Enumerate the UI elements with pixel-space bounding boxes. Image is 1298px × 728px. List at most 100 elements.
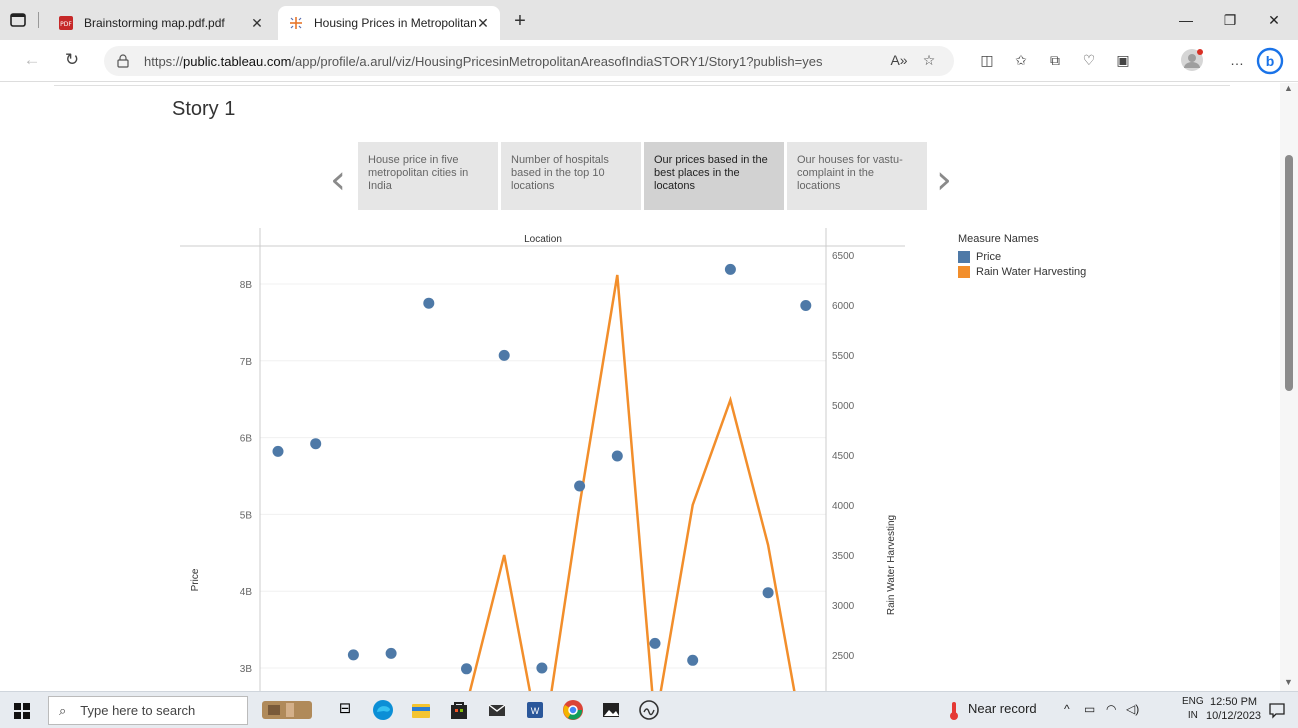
price-point[interactable]: [461, 663, 472, 675]
legend-swatch: [958, 250, 970, 263]
edge-icon[interactable]: [372, 699, 394, 721]
price-point[interactable]: [762, 587, 774, 599]
y2-tick-label: 2500: [832, 651, 855, 662]
browser-essentials-icon[interactable]: ♡: [1078, 52, 1100, 69]
url-prefix: https://: [144, 53, 184, 69]
legend-swatch: [958, 265, 970, 278]
legend-item-price[interactable]: Price: [958, 249, 1086, 264]
notifications-icon[interactable]: [1268, 701, 1286, 719]
legend-title: Measure Names: [958, 233, 1039, 245]
y-axis-label: Price: [190, 568, 201, 591]
taskbar-search[interactable]: ⌕ Type here to search: [48, 696, 248, 725]
scroll-down-icon[interactable]: ▼: [1284, 677, 1293, 687]
price-point[interactable]: [498, 349, 510, 361]
restore-icon[interactable]: ❐: [1208, 8, 1252, 32]
file-explorer-icon[interactable]: [410, 699, 432, 721]
word-icon[interactable]: W: [524, 699, 546, 721]
y2-tick-label: 4500: [832, 451, 855, 462]
close-icon[interactable]: ✕: [476, 15, 490, 32]
battery-icon[interactable]: ▭: [1084, 702, 1095, 716]
price-point[interactable]: [687, 654, 699, 666]
close-icon[interactable]: ✕: [250, 15, 264, 32]
system-clock[interactable]: 12:50 PM 10/12/2023: [1206, 695, 1261, 723]
collections-icon[interactable]: ⧉: [1044, 52, 1066, 69]
tab-actions-icon[interactable]: [8, 10, 28, 30]
price-series: [272, 263, 812, 675]
y2-tick-label: 5500: [832, 351, 855, 362]
avatar[interactable]: [1180, 48, 1204, 72]
favorites-icon[interactable]: ✩: [1010, 52, 1032, 69]
price-point[interactable]: [724, 263, 736, 275]
y-tick-label: 3B: [240, 664, 253, 675]
widgets-icon[interactable]: [262, 699, 312, 721]
y2-tick-label: 3000: [832, 601, 855, 612]
back-icon[interactable]: ←: [20, 50, 44, 72]
price-point[interactable]: [536, 662, 548, 674]
windows-start-icon[interactable]: [14, 703, 30, 719]
tab-pdf[interactable]: PDF Brainstorming map.pdf.pdf ✕: [48, 6, 274, 40]
price-point[interactable]: [574, 480, 586, 492]
price-point[interactable]: [310, 438, 322, 450]
search-icon: ⌕: [59, 702, 67, 718]
price-point[interactable]: [423, 297, 435, 309]
mail-icon[interactable]: [486, 699, 508, 721]
svg-text:b: b: [1266, 53, 1275, 69]
split-screen-icon[interactable]: ◫: [976, 52, 998, 69]
y-tick-label: 5B: [240, 510, 253, 521]
more-icon[interactable]: …: [1226, 52, 1248, 68]
rain-water-line[interactable]: [467, 274, 806, 691]
url-field[interactable]: https://public.tableau.com/app/profile/a…: [104, 46, 954, 76]
y2-tick-label: 5000: [832, 401, 855, 412]
language-indicator[interactable]: ENG IN: [1182, 695, 1204, 723]
read-aloud-icon[interactable]: A»: [888, 52, 910, 68]
chevron-up-icon[interactable]: ^: [1064, 702, 1070, 716]
refresh-icon[interactable]: ↻: [60, 50, 84, 72]
gridlines: [260, 283, 826, 669]
scroll-thumb[interactable]: [1285, 155, 1293, 391]
price-point[interactable]: [800, 300, 812, 311]
new-tab-icon[interactable]: +: [510, 10, 530, 33]
price-point[interactable]: [272, 445, 284, 457]
weather-label[interactable]: Near record: [968, 701, 1037, 716]
y2-axis-ticks: 2500 3000 3500 4000 4500 5000 5500 6000 6500: [832, 251, 855, 662]
scroll-up-icon[interactable]: ▲: [1284, 83, 1293, 93]
price-point[interactable]: [347, 649, 359, 661]
browser-tab-bar: PDF Brainstorming map.pdf.pdf ✕ Housing …: [0, 0, 1298, 40]
price-point[interactable]: [385, 647, 397, 659]
task-view-icon[interactable]: ⊟: [334, 699, 356, 721]
photos-icon[interactable]: [600, 699, 622, 721]
whiteboard-icon[interactable]: [638, 699, 660, 721]
url-path: /app/profile/a.arul/viz/HousingPricesinM…: [291, 53, 823, 69]
legend-item-rain-water-harvesting[interactable]: Rain Water Harvesting: [958, 264, 1086, 279]
tab-title: Brainstorming map.pdf.pdf: [84, 16, 225, 30]
tab-tableau[interactable]: Housing Prices in Metropolitan A ✕: [278, 6, 500, 40]
y-tick-label: 8B: [240, 280, 253, 291]
screenshot-icon[interactable]: ▣: [1112, 52, 1134, 69]
window-close-icon[interactable]: ✕: [1252, 8, 1296, 32]
y-tick-label: 4B: [240, 587, 253, 598]
clock-time: 12:50 PM: [1209, 696, 1258, 708]
store-icon[interactable]: [448, 699, 470, 721]
windows-taskbar: ⌕ Type here to search ⊟ W Near record ^ …: [0, 691, 1298, 728]
rain-water-series: [467, 274, 806, 691]
dual-axis-chart: Location Price Rain Water Harvesting 3B 4…: [180, 228, 905, 691]
column-header: Location: [524, 234, 562, 245]
price-point[interactable]: [611, 450, 623, 462]
svg-text:PDF: PDF: [60, 21, 72, 28]
bing-copilot-icon[interactable]: b: [1256, 47, 1284, 75]
wifi-icon[interactable]: ◠: [1106, 702, 1116, 716]
favorite-icon[interactable]: ☆: [918, 52, 940, 69]
legend: Measure Names Price Rain Water Harvestin…: [958, 233, 1086, 279]
page-scrollbar[interactable]: ▲ ▼: [1280, 83, 1298, 691]
weather-icon[interactable]: [946, 699, 962, 721]
legend-label: Rain Water Harvesting: [976, 265, 1087, 278]
chrome-icon[interactable]: [562, 699, 584, 721]
pdf-icon: PDF: [59, 16, 73, 30]
volume-icon[interactable]: ◁): [1126, 702, 1139, 716]
lang-bottom: IN: [1187, 710, 1198, 721]
legend-label: Price: [976, 250, 1002, 263]
y2-tick-label: 6000: [832, 301, 855, 312]
minimize-icon[interactable]: —: [1164, 8, 1208, 32]
price-point[interactable]: [649, 637, 661, 649]
y2-tick-label: 3500: [832, 551, 855, 562]
